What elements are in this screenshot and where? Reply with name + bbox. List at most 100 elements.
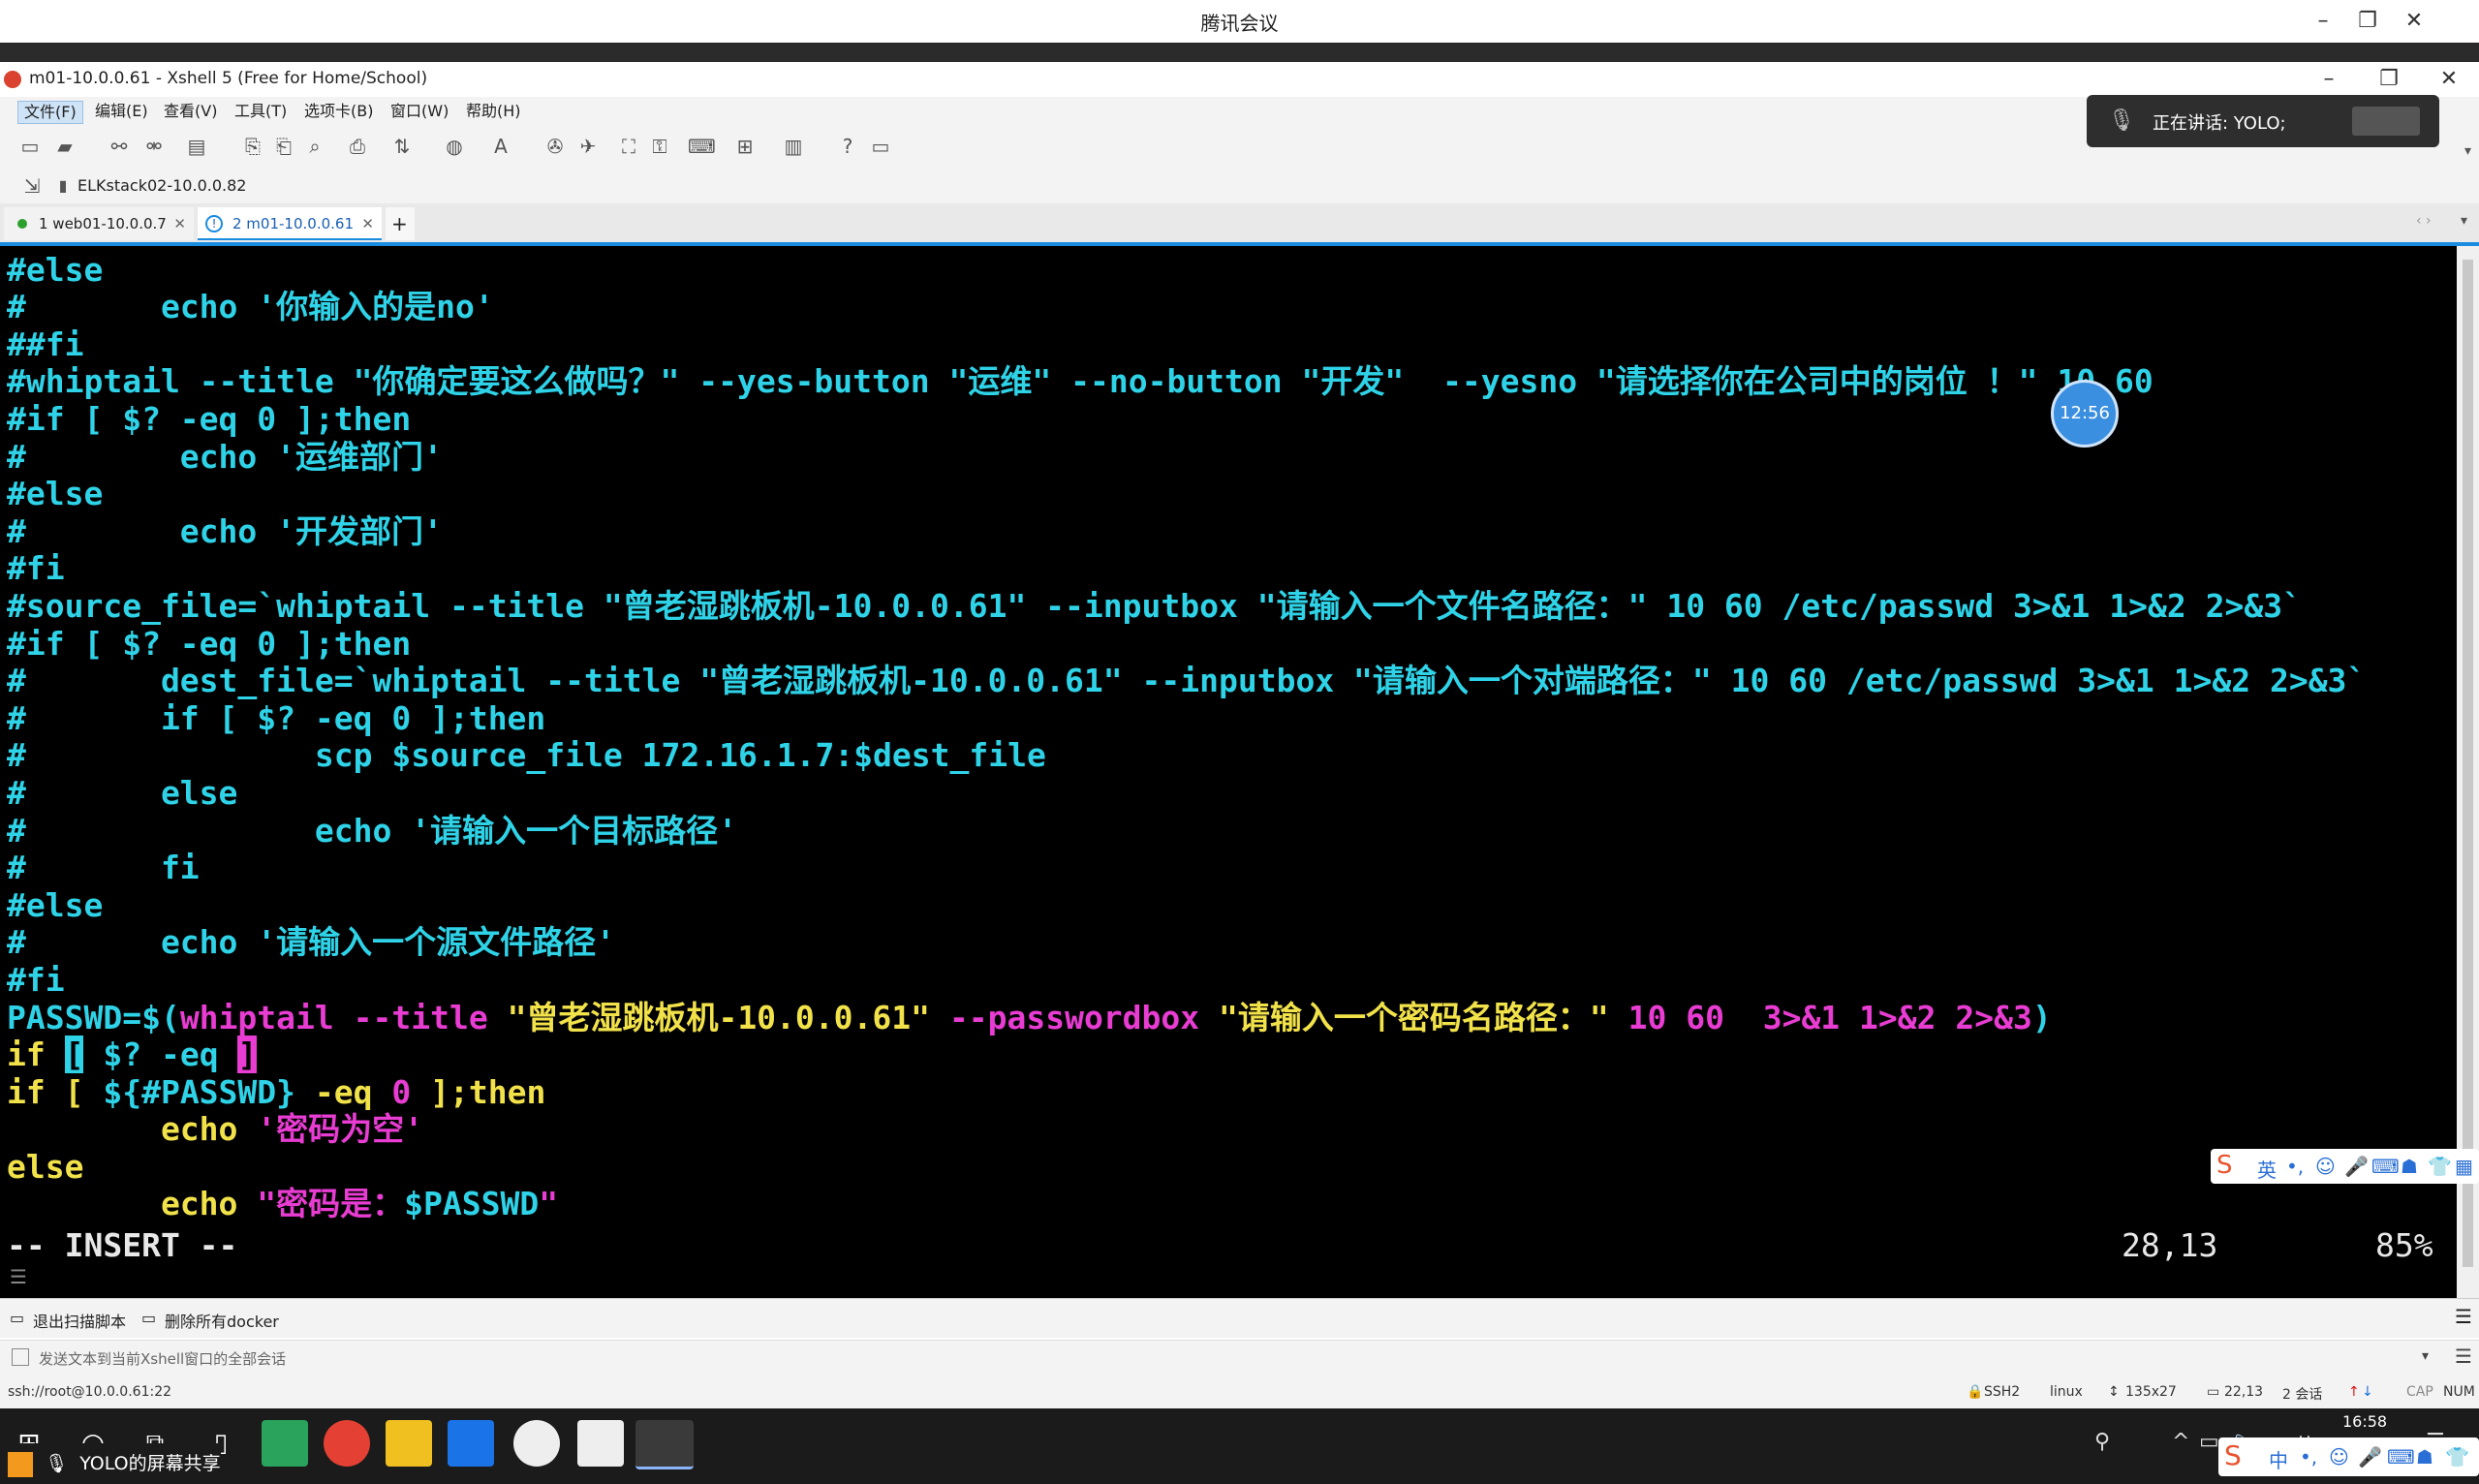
code-token: '密码为空' [257, 1110, 424, 1148]
terminal-type: linux [2050, 1384, 2083, 1400]
close-icon[interactable]: ✕ [2430, 62, 2468, 97]
transfer-icon[interactable]: ⇅ [389, 134, 415, 159]
menu-view[interactable]: 查看(V) [158, 101, 223, 122]
copy-icon[interactable]: ⎘ [240, 134, 265, 159]
new-tab-button[interactable]: + [386, 207, 415, 240]
tools-icon[interactable]: ▦ [2455, 1155, 2473, 1178]
menu-file[interactable]: 文件(F) [17, 101, 83, 124]
user-icon[interactable]: ☗ [2401, 1155, 2418, 1178]
address-session[interactable]: ELKstack02-10.0.0.82 [77, 176, 246, 195]
app-icon[interactable] [513, 1420, 560, 1467]
explorer-icon[interactable] [386, 1420, 432, 1467]
keyboard-icon[interactable]: ⌨ [2371, 1155, 2400, 1178]
lock-icon: 🔒 [1967, 1384, 1984, 1400]
dropdown-icon[interactable]: ▾ [2422, 1348, 2429, 1364]
fullscreen-icon[interactable]: ⛶ [616, 134, 641, 159]
sogou-logo-icon: S [2224, 1439, 2242, 1471]
terminal-line: #fi [7, 549, 65, 587]
font-icon[interactable]: A [488, 134, 513, 159]
paste-icon[interactable]: ⎗ [271, 134, 296, 159]
bookmark-icon[interactable]: ▮ [50, 173, 76, 199]
menu-tabs[interactable]: 选项卡(B) [298, 101, 379, 122]
clock[interactable]: 16:58 [2342, 1412, 2387, 1431]
tab-close-icon[interactable]: ✕ [361, 207, 374, 240]
ime-taskbar-toolbar[interactable]: S 中 •, ☺ 🎤 ⌨ ☗ 👕 [2218, 1438, 2479, 1476]
quick-command-exit-scan[interactable]: 退出扫描脚本 [33, 1309, 126, 1332]
minimize-icon[interactable]: – [2304, 4, 2342, 39]
send-checkbox[interactable] [12, 1348, 29, 1366]
terminal-scrollbar[interactable] [2457, 246, 2479, 1298]
tab-web01[interactable]: 1 web01-10.0.0.7 ✕ [4, 207, 194, 240]
ime-mode[interactable]: 中 [2269, 1445, 2288, 1473]
emoji-icon[interactable]: ☺ [2329, 1445, 2349, 1469]
minimize-icon[interactable]: – [2309, 62, 2348, 97]
send-text-bar[interactable]: 发送文本到当前Xshell窗口的全部会话 ▾ ☰ [0, 1340, 2479, 1376]
skin-icon[interactable]: 👕 [2445, 1445, 2469, 1469]
send-text-input[interactable]: 发送文本到当前Xshell窗口的全部会话 [39, 1348, 286, 1369]
connect-icon[interactable]: ⚯ [107, 134, 132, 159]
new-tab-icon[interactable]: ⊞ [732, 134, 758, 159]
voice-icon[interactable]: 🎤 [2358, 1445, 2382, 1469]
size-icon: ↕ [2108, 1384, 2120, 1400]
ime-toolbar[interactable]: S 英 •, ☺ 🎤 ⌨ ☗ 👕 ▦ [2211, 1149, 2479, 1184]
voice-icon[interactable]: 🎤 [2344, 1155, 2369, 1178]
connection-string: ssh://root@10.0.0.61:22 [8, 1384, 172, 1400]
tab-scroll-icon[interactable]: ‹ › [2416, 213, 2432, 229]
menu-help[interactable]: 帮助(H) [460, 101, 527, 122]
echo-line: echo '密码为空' [7, 1111, 423, 1148]
new-session-icon[interactable]: ▭ [17, 134, 43, 159]
chrome-icon[interactable] [324, 1420, 370, 1467]
open-folder-icon[interactable]: ▰ [52, 134, 77, 159]
disconnect-icon[interactable]: ⚮ [141, 134, 167, 159]
print-icon[interactable]: ⎙ [345, 134, 370, 159]
network-icon[interactable]: ▭ [2199, 1430, 2219, 1454]
screen-share-label: 🎙 YOLO的屏幕共享 [0, 1443, 221, 1484]
typora-icon[interactable] [577, 1420, 624, 1467]
punct-icon[interactable]: •, [2286, 1155, 2304, 1178]
terminal-line: #else [7, 251, 104, 289]
tray-expand-icon[interactable]: ^ [2172, 1430, 2189, 1454]
bookmark-arrow-icon[interactable]: ⇲ [19, 173, 45, 199]
quick-command-remove-docker[interactable]: 删除所有docker [165, 1309, 279, 1332]
chat-icon[interactable]: ▭ [868, 134, 893, 159]
window-title: m01-10.0.0.61 - Xshell 5 (Free for Home/… [29, 69, 428, 88]
user-icon[interactable]: ☗ [2416, 1445, 2433, 1469]
help-icon[interactable]: ? [835, 134, 860, 159]
scrollbar-thumb[interactable] [2463, 260, 2473, 1267]
punct-icon[interactable]: •, [2300, 1445, 2317, 1469]
toolbar-overflow-icon[interactable]: ▾ [2464, 143, 2471, 159]
xshell-taskbar-icon[interactable] [635, 1420, 694, 1469]
tab-m01[interactable]: ! 2 m01-10.0.0.61 ✕ [198, 207, 382, 240]
sendbar-menu-icon[interactable]: ☰ [2455, 1345, 2472, 1368]
emoji-icon[interactable]: ☺ [2315, 1155, 2336, 1178]
speaking-text: 正在讲话: YOLO; [2153, 113, 2286, 134]
find-icon[interactable]: ⌕ [302, 134, 327, 159]
upload-icon: ↑ [2348, 1384, 2360, 1400]
keyboard-icon[interactable]: ⌨ [688, 134, 716, 159]
tab-close-icon[interactable]: ✕ [173, 207, 186, 240]
ime-lang[interactable]: 英 [2257, 1155, 2277, 1183]
menu-tools[interactable]: 工具(T) [229, 101, 293, 122]
people-icon[interactable]: ⚲ [2094, 1430, 2110, 1454]
xftp-icon[interactable]: ✇ [542, 134, 568, 159]
connected-icon [17, 219, 27, 229]
keyboard-icon[interactable]: ⌨ [2387, 1445, 2415, 1469]
close-icon[interactable]: ✕ [2395, 4, 2433, 39]
menu-window[interactable]: 窗口(W) [385, 101, 454, 122]
restore-icon[interactable]: ❐ [2348, 4, 2387, 39]
layout-icon[interactable]: ▥ [781, 134, 806, 159]
restore-icon[interactable]: ❐ [2370, 62, 2408, 97]
app-icon[interactable] [262, 1420, 308, 1467]
xmanager-icon[interactable]: ✈ [575, 134, 601, 159]
skin-icon[interactable]: 👕 [2428, 1155, 2452, 1178]
menu-edit[interactable]: 编辑(E) [89, 101, 154, 122]
download-icon: ↓ [2362, 1384, 2373, 1400]
globe-icon[interactable]: ◍ [442, 134, 467, 159]
meeting-app-icon[interactable] [448, 1420, 494, 1467]
meeting-timer[interactable]: 12:56 [2051, 380, 2119, 448]
lock-icon[interactable]: ⚿ [647, 134, 672, 159]
quickbar-menu-icon[interactable]: ☰ [2455, 1305, 2472, 1328]
terminal-line: # else [7, 774, 238, 812]
properties-icon[interactable]: ▤ [184, 134, 209, 159]
tab-menu-icon[interactable]: ▾ [2461, 213, 2467, 229]
